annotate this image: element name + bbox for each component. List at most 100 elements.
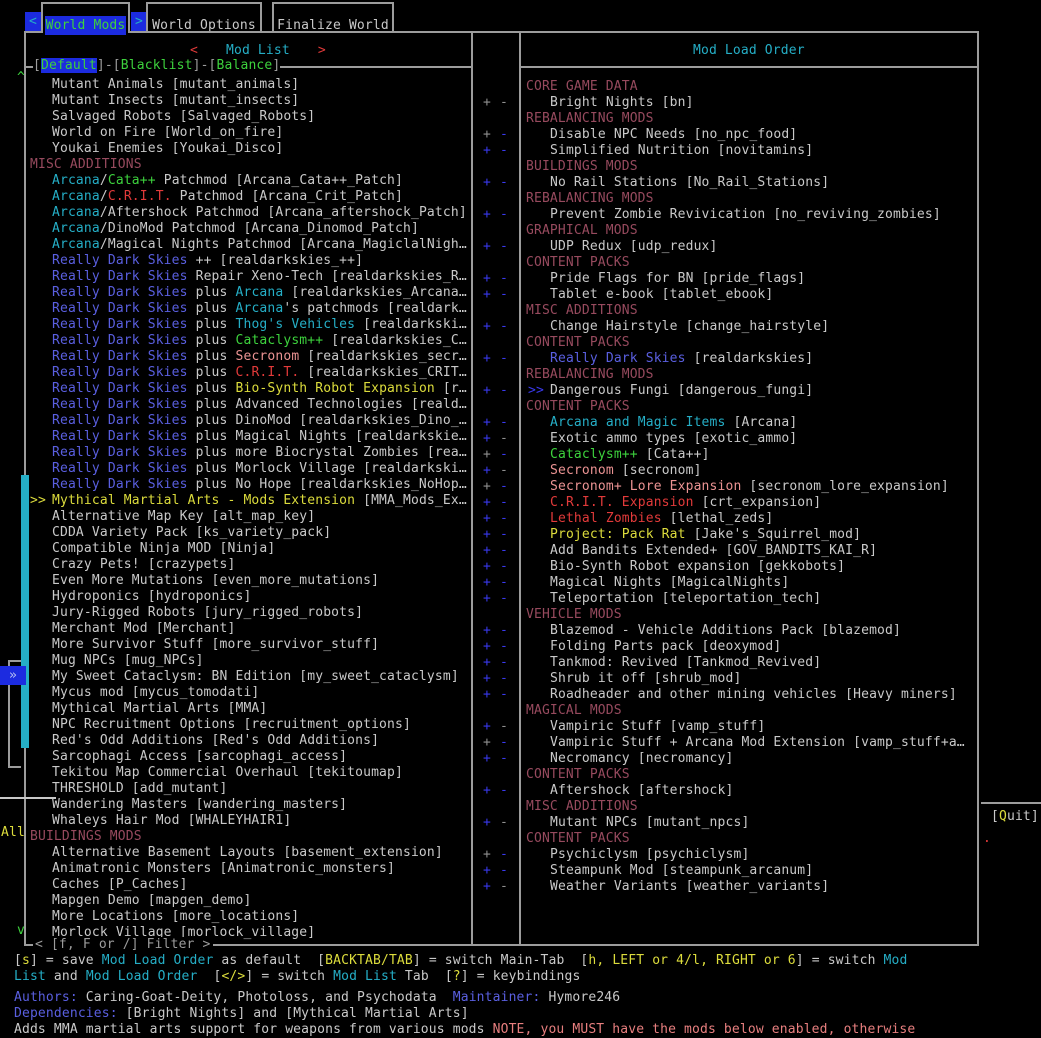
mod-row[interactable]: THRESHOLD [add_mutant] (25, 781, 471, 797)
move-down-button[interactable]: - (500, 431, 508, 447)
move-up-button[interactable]: + (483, 639, 491, 655)
mod-row[interactable]: Really Dark Skies plus C.R.I.T. [realdar… (25, 365, 471, 381)
mod-row[interactable]: Red's Odd Additions [Red's Odd Additions… (25, 733, 471, 749)
move-down-button[interactable]: - (500, 719, 508, 735)
mod-row[interactable]: UDP Redux [udp_redux] (520, 239, 976, 255)
mod-row[interactable]: Disable NPC Needs [no_npc_food] (520, 127, 976, 143)
mod-row[interactable]: Really Dark Skies plus Morlock Village [… (25, 461, 471, 477)
mod-row[interactable]: CDDA Variety Pack [ks_variety_pack] (25, 525, 471, 541)
move-down-button[interactable]: - (500, 143, 508, 159)
mod-row[interactable]: Even More Mutations [even_more_mutations… (25, 573, 471, 589)
tab-world-options[interactable]: World Options (146, 2, 262, 33)
move-up-button[interactable]: + (483, 751, 491, 767)
mod-row[interactable]: Mutant Insects [mutant_insects] (25, 93, 471, 109)
move-up-button[interactable]: + (483, 719, 491, 735)
move-down-button[interactable]: - (500, 543, 508, 559)
move-up-button[interactable]: + (483, 575, 491, 591)
mod-row[interactable]: Salvaged Robots [Salvaged_Robots] (25, 109, 471, 125)
mod-row[interactable]: Really Dark Skies plus DinoMod [realdark… (25, 413, 471, 429)
mod-row[interactable]: Arcana/DinoMod Patchmod [Arcana_Dinomod_… (25, 221, 471, 237)
tab-prev-arrow[interactable]: < (25, 12, 41, 31)
scroll-up-indicator[interactable]: ^ (17, 70, 25, 86)
move-up-button[interactable]: + (483, 447, 491, 463)
mod-row[interactable]: Change Hairstyle [change_hairstyle] (520, 319, 976, 335)
move-down-button[interactable]: - (500, 687, 508, 703)
mod-row[interactable]: Compatible Ninja MOD [Ninja] (25, 541, 471, 557)
mod-row[interactable]: Really Dark Skies plus Thog's Vehicles [… (25, 317, 471, 333)
move-down-button[interactable]: - (500, 527, 508, 543)
move-down-button[interactable]: - (500, 351, 508, 367)
move-up-button[interactable]: + (483, 543, 491, 559)
move-down-button[interactable]: - (500, 127, 508, 143)
subtab-default[interactable]: Default (40, 58, 97, 73)
mod-row[interactable]: Really Dark Skies plus Advanced Technolo… (25, 397, 471, 413)
move-down-button[interactable]: - (500, 783, 508, 799)
mod-row[interactable]: Simplified Nutrition [novitamins] (520, 143, 976, 159)
move-up-button[interactable]: + (483, 655, 491, 671)
mod-row[interactable]: Crazy Pets! [crazypets] (25, 557, 471, 573)
mod-row[interactable]: Whaleys Hair Mod [WHALEYHAIR1] (25, 813, 471, 829)
move-up-button[interactable]: + (483, 783, 491, 799)
move-down-button[interactable]: - (500, 447, 508, 463)
mod-row[interactable]: Bright Nights [bn] (520, 95, 976, 111)
mod-row[interactable]: Arcana/Cata++ Patchmod [Arcana_Cata++_Pa… (25, 173, 471, 189)
mod-row[interactable]: Arcana and Magic Items [Arcana] (520, 415, 976, 431)
mod-row[interactable]: Aftershock [aftershock] (520, 783, 976, 799)
move-down-button[interactable]: - (500, 287, 508, 303)
mod-row[interactable]: Arcana/C.R.I.T. Patchmod [Arcana_Crit_Pa… (25, 189, 471, 205)
mod-row[interactable]: Vampiric Stuff + Arcana Mod Extension [v… (520, 735, 976, 751)
mod-row[interactable]: Prevent Zombie Revivication [no_reviving… (520, 207, 976, 223)
mod-row[interactable]: NPC Recruitment Options [recruitment_opt… (25, 717, 471, 733)
mod-row[interactable]: Vampiric Stuff [vamp_stuff] (520, 719, 976, 735)
tab-next-arrow[interactable]: > (131, 12, 147, 31)
move-up-button[interactable]: + (483, 591, 491, 607)
move-down-button[interactable]: - (500, 815, 508, 831)
mod-row[interactable]: Mug NPCs [mug_NPCs] (25, 653, 471, 669)
move-down-button[interactable]: - (500, 847, 508, 863)
mod-row[interactable]: Roadheader and other mining vehicles [He… (520, 687, 976, 703)
mod-row[interactable]: No Rail Stations [No_Rail_Stations] (520, 175, 976, 191)
move-up-button[interactable]: + (483, 671, 491, 687)
mod-row[interactable]: More Locations [more_locations] (25, 909, 471, 925)
mod-row[interactable]: Exotic ammo types [exotic_ammo] (520, 431, 976, 447)
move-down-button[interactable]: - (500, 735, 508, 751)
move-up-button[interactable]: + (483, 863, 491, 879)
move-down-button[interactable]: - (500, 207, 508, 223)
mod-row[interactable]: Really Dark Skies plus Cataclysm++ [real… (25, 333, 471, 349)
move-up-button[interactable]: + (483, 415, 491, 431)
mod-row[interactable]: Folding Parts pack [deoxymod] (520, 639, 976, 655)
mod-row[interactable]: Jury-Rigged Robots [jury_rigged_robots] (25, 605, 471, 621)
move-down-button[interactable]: - (500, 671, 508, 687)
move-up-button[interactable]: + (483, 559, 491, 575)
mod-row[interactable]: Mycus mod [mycus_tomodati] (25, 685, 471, 701)
mod-row[interactable]: World on Fire [World_on_fire] (25, 125, 471, 141)
move-down-button[interactable]: - (500, 751, 508, 767)
mod-row[interactable]: Bio-Synth Robot expansion [gekkobots] (520, 559, 976, 575)
mod-row[interactable]: Really Dark Skies plus Arcana [realdarks… (25, 285, 471, 301)
move-up-button[interactable]: + (483, 271, 491, 287)
move-down-button[interactable]: - (500, 239, 508, 255)
mod-row[interactable]: Alternative Map Key [alt_map_key] (25, 509, 471, 525)
mod-row[interactable]: Mapgen Demo [mapgen_demo] (25, 893, 471, 909)
mod-row[interactable]: Secronom [secronom] (520, 463, 976, 479)
move-down-button[interactable]: - (500, 319, 508, 335)
move-down-button[interactable]: - (500, 863, 508, 879)
move-up-button[interactable]: + (483, 175, 491, 191)
tab-world-mods[interactable]: World Mods (41, 2, 130, 35)
move-up-button[interactable]: + (483, 495, 491, 511)
move-up-button[interactable]: + (483, 239, 491, 255)
mod-row[interactable]: Animatronic Monsters [Animatronic_monste… (25, 861, 471, 877)
mod-row[interactable]: Mutant Animals [mutant_animals] (25, 77, 471, 93)
scroll-down-indicator[interactable]: v (17, 923, 25, 939)
mod-row[interactable]: Tekitou Map Commercial Overhaul [tekitou… (25, 765, 471, 781)
move-up-button[interactable]: + (483, 735, 491, 751)
subtab[interactable]: Blacklist (121, 58, 193, 73)
move-up-button[interactable]: + (483, 383, 491, 399)
move-up-button[interactable]: + (483, 319, 491, 335)
subtab[interactable]: Balance (217, 58, 273, 73)
mod-row[interactable]: Really Dark Skies plus Secronom [realdar… (25, 349, 471, 365)
move-up-button[interactable]: + (483, 351, 491, 367)
mod-row[interactable]: Lethal Zombies [lethal_zeds] (520, 511, 976, 527)
move-up-button[interactable]: + (483, 879, 491, 895)
mod-row[interactable]: Shrub it off [shrub_mod] (520, 671, 976, 687)
